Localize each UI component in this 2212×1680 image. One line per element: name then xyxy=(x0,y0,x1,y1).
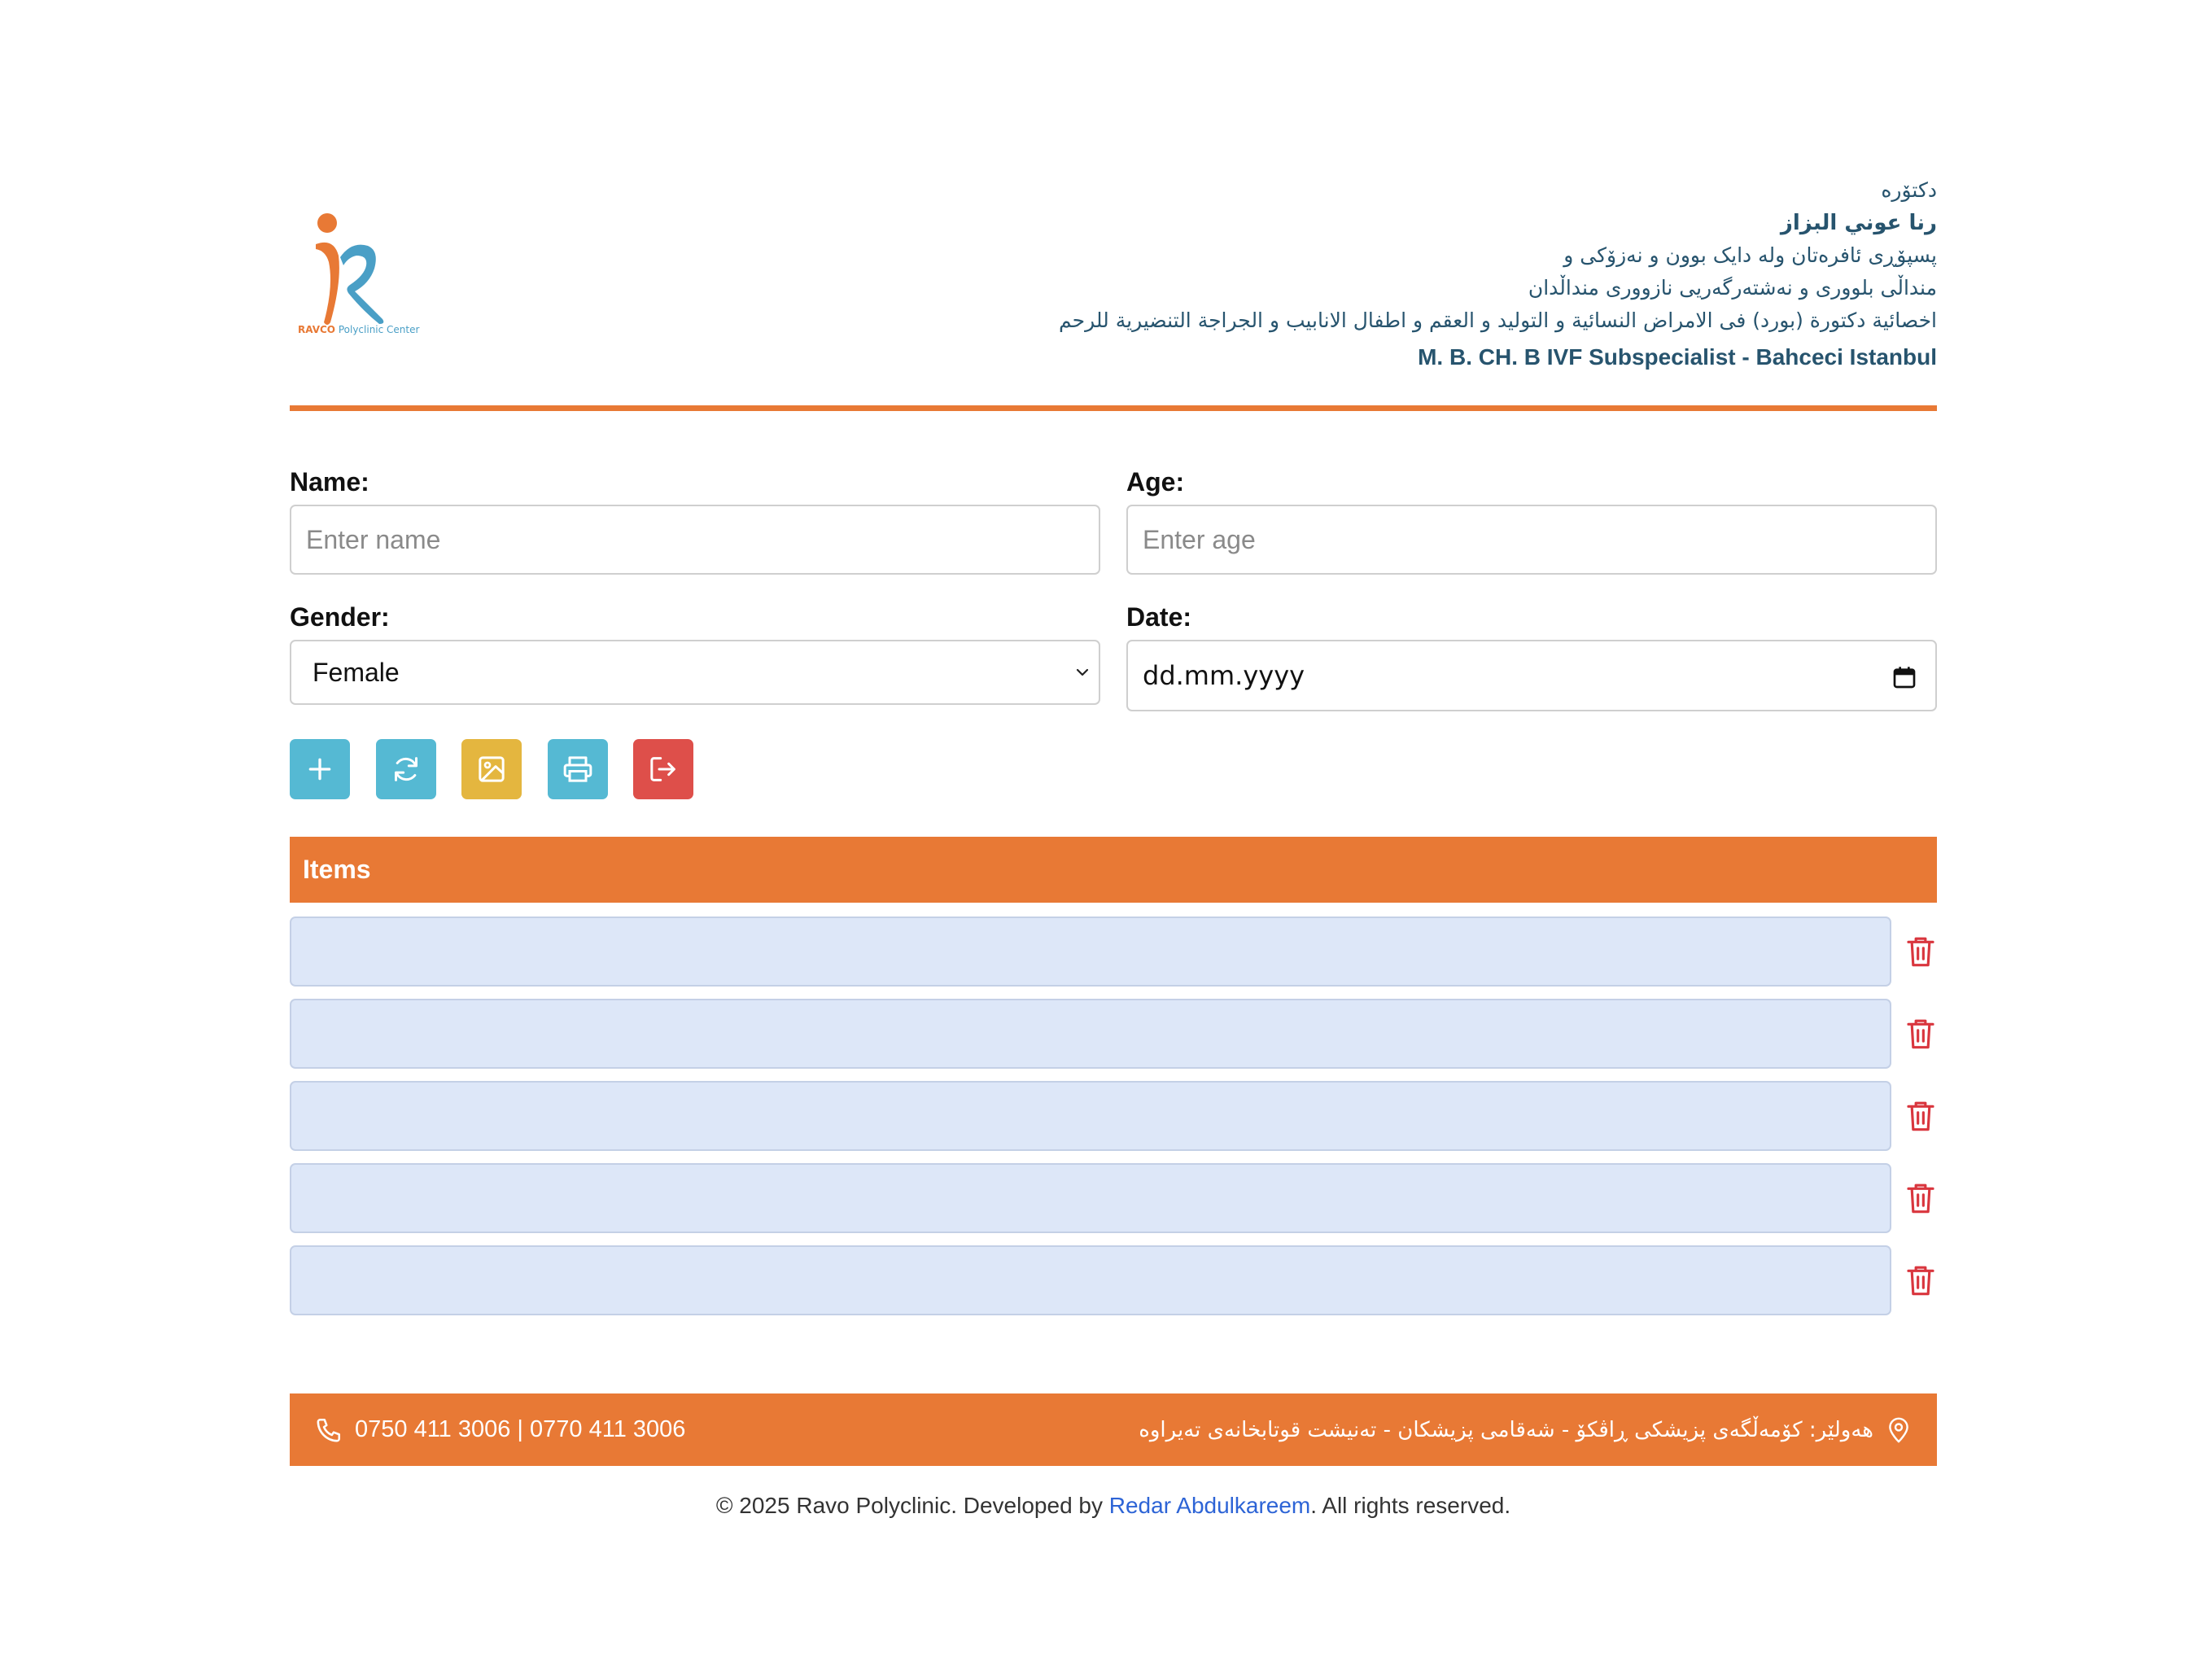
gender-selected-value: Female xyxy=(313,657,400,687)
phone-numbers: 0750 411 3006 | 0770 411 3006 xyxy=(355,1416,686,1442)
item-row xyxy=(290,1081,1937,1151)
map-pin-icon xyxy=(1889,1417,1908,1442)
item-input[interactable] xyxy=(290,1163,1891,1233)
age-input[interactable] xyxy=(1126,505,1937,575)
phone-icon xyxy=(317,1418,341,1442)
copyright-suffix: . All rights reserved. xyxy=(1310,1493,1511,1518)
refresh-icon xyxy=(395,757,417,781)
developer-link[interactable]: Redar Abdulkareem xyxy=(1109,1493,1310,1518)
items-title: Items xyxy=(303,855,371,884)
trash-icon[interactable] xyxy=(1904,1180,1937,1216)
item-input[interactable] xyxy=(290,1245,1891,1315)
item-row xyxy=(290,999,1937,1069)
logo-brand: RAVCO xyxy=(298,324,336,335)
phone-contact: 0750 411 3006 | 0770 411 3006 xyxy=(314,1393,685,1466)
contact-footer: 0750 411 3006 | 0770 411 3006 هەولێر: کۆ… xyxy=(290,1393,1937,1466)
chevron-down-icon xyxy=(1076,668,1089,676)
clinic-logo: RAVCO Polyclinic Center xyxy=(298,208,419,342)
item-row xyxy=(290,1163,1937,1233)
item-input[interactable] xyxy=(290,1081,1891,1151)
name-input[interactable] xyxy=(290,505,1100,575)
logo-subtitle: Polyclinic Center xyxy=(338,324,420,335)
date-value: dd.mm.yyyy xyxy=(1143,660,1305,691)
trash-icon[interactable] xyxy=(1904,1262,1937,1298)
logout-icon xyxy=(650,757,675,781)
print-button[interactable] xyxy=(548,739,608,799)
date-input[interactable]: dd.mm.yyyy xyxy=(1126,640,1937,711)
date-label: Date: xyxy=(1126,602,1192,632)
specialty-kurdish-line-1: پسپۆڕی ئافرەتان ولە دایک بوون و نەزۆکی و xyxy=(1563,243,1937,267)
calendar-icon[interactable] xyxy=(1891,664,1917,690)
gender-field-group: Gender: Female xyxy=(290,601,1100,705)
doctor-info: دکتۆرە رنا عوني البزاز پسپۆڕی ئافرەتان و… xyxy=(1059,174,1937,374)
address-contact: هەولێر: کۆمەڵگەی پزیشکی ڕاڤکۆ - شەقامی پ… xyxy=(1139,1393,1913,1466)
printer-icon xyxy=(563,756,592,782)
plus-icon xyxy=(308,758,331,781)
logo-mark-icon xyxy=(316,213,384,325)
header-divider xyxy=(290,405,1937,411)
specialty-arabic: اخصائية دكتورة (بورد) فی الامراض النسائي… xyxy=(1059,308,1937,332)
letterhead: RAVCO Polyclinic Center دکتۆرە رنا عوني … xyxy=(290,163,1937,411)
gender-select[interactable]: Female xyxy=(290,640,1100,705)
trash-icon[interactable] xyxy=(1904,934,1937,969)
gender-label: Gender: xyxy=(290,602,390,632)
item-input[interactable] xyxy=(290,917,1891,987)
copyright-prefix: © 2025 Ravo Polyclinic. Developed by xyxy=(715,1493,1109,1518)
trash-icon[interactable] xyxy=(1904,1098,1937,1134)
image-button[interactable] xyxy=(461,739,522,799)
credentials: M. B. CH. B IVF Subspecialist - Bahceci … xyxy=(1418,344,1937,370)
doctor-name: رنا عوني البزاز xyxy=(1780,211,1937,235)
name-label: Name: xyxy=(290,467,369,497)
copyright: © 2025 Ravo Polyclinic. Developed by Red… xyxy=(290,1493,1937,1519)
refresh-button[interactable] xyxy=(376,739,436,799)
age-field-group: Age: xyxy=(1126,466,1937,575)
logo-caption: RAVCO Polyclinic Center xyxy=(298,324,420,335)
item-input[interactable] xyxy=(290,999,1891,1069)
image-icon xyxy=(479,756,505,782)
address-text: هەولێر: کۆمەڵگەی پزیشکی ڕاڤکۆ - شەقامی پ… xyxy=(1139,1417,1873,1442)
item-row xyxy=(290,917,1937,987)
name-field-group: Name: xyxy=(290,466,1100,575)
date-field-group: Date: dd.mm.yyyy xyxy=(1126,601,1937,711)
specialty-kurdish-line-2: منداڵی بلووری و نەشتەرگەریی نازووری مندا… xyxy=(1528,276,1937,300)
age-label: Age: xyxy=(1126,467,1185,497)
doctor-title: دکتۆرە xyxy=(1881,178,1937,202)
item-row xyxy=(290,1245,1937,1315)
trash-icon[interactable] xyxy=(1904,1016,1937,1052)
logout-button[interactable] xyxy=(633,739,693,799)
add-button[interactable] xyxy=(290,739,350,799)
items-header: Items xyxy=(290,837,1937,903)
